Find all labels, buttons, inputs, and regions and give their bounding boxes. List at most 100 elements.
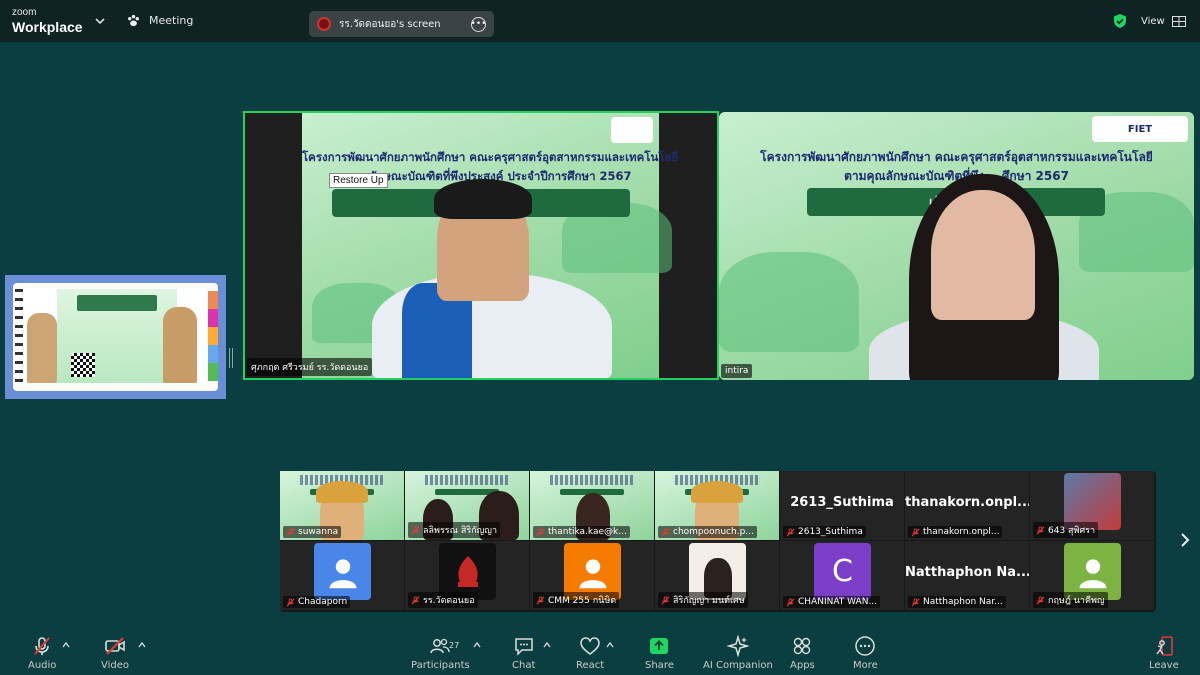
participant-name-text: Chadaporn: [298, 597, 348, 607]
leave-button[interactable]: Leave: [1149, 635, 1179, 671]
view-button[interactable]: View: [1141, 16, 1165, 27]
gallery-tile[interactable]: Chadaporn: [280, 541, 404, 610]
letter-avatar: C: [814, 543, 871, 600]
participant-name: suwanna: [283, 526, 342, 538]
avatar-letter: C: [832, 554, 853, 589]
mic-off-icon: [34, 637, 50, 655]
mic-off-icon: [786, 527, 795, 536]
gallery-tile[interactable]: Natthaphon Na... Natthaphon Nar...: [905, 541, 1029, 610]
logo-strip: FIET: [1092, 116, 1188, 142]
participant-name-text: suwanna: [298, 527, 339, 537]
mic-off-icon: [1036, 595, 1045, 604]
mic-off-icon: [286, 597, 295, 606]
screen-label: รร.วัดดอนยอ's screen: [339, 18, 441, 30]
more-label: More: [853, 660, 878, 671]
participant-name: chompoonuch.p...: [658, 526, 757, 538]
participant-name-text: รร.วัดดอนยอ: [423, 596, 475, 606]
audio-button[interactable]: Audio: [28, 635, 56, 671]
gallery-tile[interactable]: C CHANINAT WAN...: [780, 541, 904, 610]
mic-off-icon: [661, 527, 670, 536]
video-tile-active-speaker[interactable]: โครงการพัฒนาศักยภาพนักศึกษา คณะครุศาสตร์…: [243, 111, 719, 380]
participant-name: CHANINAT WAN...: [783, 596, 881, 608]
apps-icon: [794, 637, 811, 655]
meeting-label: Meeting: [149, 14, 194, 27]
logo-strip: [611, 117, 653, 143]
participant-name-text: chompoonuch.p...: [673, 527, 754, 537]
gallery-tile[interactable]: suwanna: [280, 471, 404, 540]
caret-up-icon[interactable]: [62, 641, 70, 649]
chevron-right-icon[interactable]: [1178, 531, 1192, 549]
chat-label: Chat: [512, 660, 536, 671]
chat-button[interactable]: Chat: [512, 635, 535, 671]
shared-screen-thumbnail[interactable]: [5, 275, 226, 399]
gallery-tile[interactable]: 643 สุพิศรา: [1030, 471, 1154, 540]
participant-name: 643 สุพิศรา: [1033, 522, 1099, 538]
participant-display-name: 2613_Suthima: [790, 495, 894, 510]
caret-up-icon[interactable]: [606, 641, 614, 649]
participant-name: ศุภกฤต ศรีวรมย์ รร.วัดดอนยอ: [247, 358, 373, 376]
gallery-tile[interactable]: CMM 255 กนิษิต: [530, 541, 654, 610]
slide-line-1: โครงการพัฒนาศักยภาพนักศึกษา คณะครุศาสตร์…: [302, 150, 679, 164]
slide-line-1: โครงการพัฒนาศักยภาพนักศึกษา คณะครุศาสตร์…: [760, 150, 1153, 164]
mic-off-icon: [286, 527, 295, 536]
gallery-tile[interactable]: thanakorn.onpl... thanakorn.onpl...: [905, 471, 1029, 540]
more-options-icon[interactable]: •••: [471, 16, 486, 32]
gallery-tile[interactable]: รร.วัดดอนยอ: [405, 541, 529, 610]
video-label: Video: [101, 660, 130, 671]
participant-name-text: 2613_Suthima: [798, 527, 863, 537]
virtual-background: โครงการพัฒนาศักยภาพนักศึกษา คณะครุศาสตร์…: [302, 113, 679, 378]
caret-up-icon[interactable]: [138, 641, 146, 649]
audio-label: Audio: [28, 660, 57, 671]
sparkle-icon: [726, 635, 749, 657]
virtual-background: FIET โครงการพัฒนาศักยภาพนักศึกษา คณะครุศ…: [719, 112, 1194, 380]
gallery-tile[interactable]: chompoonuch.p...: [655, 471, 779, 540]
more-button[interactable]: More: [853, 635, 878, 671]
gallery-tile[interactable]: 2613_Suthima 2613_Suthima: [780, 471, 904, 540]
participant-name: Chadaporn: [283, 596, 351, 608]
video-tile-intira[interactable]: FIET โครงการพัฒนาศักยภาพนักศึกษา คณะครุศ…: [719, 112, 1194, 380]
leave-icon: [1156, 636, 1173, 656]
slide-title-bar: [77, 295, 157, 311]
video-button[interactable]: Video: [101, 635, 129, 671]
bottom-toolbar: Audio Video Participants 27 Chat React S…: [0, 627, 1200, 675]
leave-label: Leave: [1149, 660, 1179, 671]
participants-count: 27: [449, 641, 460, 650]
gallery-tile[interactable]: สิริกัญญา มนต์เศษ: [655, 541, 779, 610]
view-grid-icon[interactable]: [1172, 16, 1186, 27]
zoom-logo: zoom Workplace: [12, 8, 83, 35]
mic-off-icon: [411, 525, 420, 534]
apps-button[interactable]: Apps: [790, 635, 815, 671]
more-icon: [855, 636, 876, 656]
participant-name-text: 643 สุพิศรา: [1048, 526, 1096, 536]
participants-button[interactable]: Participants: [411, 635, 470, 671]
participant-name: Natthaphon Nar...: [908, 596, 1006, 608]
participant-name-text: thanakorn.onpl...: [923, 527, 1000, 537]
video-off-icon: [105, 637, 125, 655]
screen-share-pill[interactable]: รร.วัดดอนยอ's screen •••: [309, 11, 494, 37]
participant-name: thanakorn.onpl...: [908, 526, 1003, 538]
participant-name-text: กฤษฎ์ นาคีพญ: [1048, 596, 1105, 606]
participant-name: CMM 255 กนิษิต: [533, 592, 620, 608]
gallery-tile[interactable]: thantika.kae@k...: [530, 471, 654, 540]
caret-up-icon[interactable]: [473, 641, 481, 649]
resize-handle[interactable]: [229, 348, 233, 368]
gallery-tile[interactable]: กฤษฎ์ นาคีพญ: [1030, 541, 1154, 610]
react-button[interactable]: React: [576, 635, 604, 671]
restore-up-tooltip: Restore Up: [329, 173, 388, 188]
participant-name-text: CHANINAT WAN...: [798, 597, 878, 607]
brand-line2: Workplace: [12, 19, 83, 35]
share-button[interactable]: Share: [645, 635, 674, 671]
heart-icon: [580, 637, 600, 655]
shield-icon[interactable]: [1112, 13, 1128, 29]
chevron-down-icon[interactable]: [93, 14, 107, 28]
caret-up-icon[interactable]: [543, 641, 551, 649]
share-screen-icon: [650, 638, 669, 654]
meeting-menu[interactable]: Meeting: [126, 13, 193, 28]
share-label: Share: [645, 660, 674, 671]
ai-companion-button[interactable]: AI Companion: [703, 635, 773, 671]
avatar-hair: [316, 481, 368, 503]
participant-name: intira: [721, 364, 753, 378]
mic-off-icon: [536, 527, 545, 536]
participant-name-text: thantika.kae@k...: [548, 527, 627, 537]
gallery-tile[interactable]: ลลิพรรณ สิริกัญญา: [405, 471, 529, 540]
